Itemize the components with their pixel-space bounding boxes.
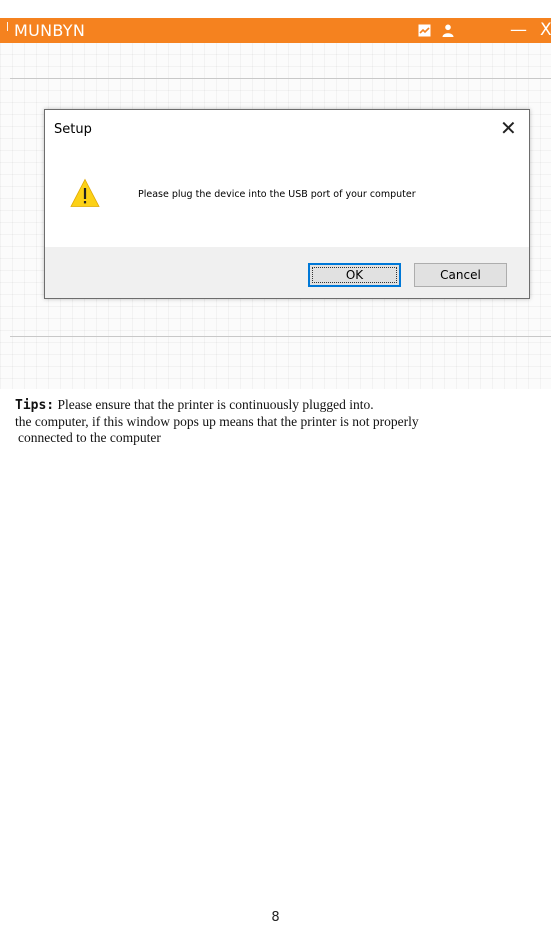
dialog-close-button[interactable]: ✕ [500, 118, 517, 138]
cancel-button[interactable]: Cancel [414, 263, 507, 287]
top-panel [10, 43, 551, 79]
app-screenshot: MUNBYN — X Setup ✕ Please plug the devic… [0, 18, 551, 389]
ok-button[interactable]: OK [308, 263, 401, 287]
app-name: MUNBYN [14, 21, 86, 40]
minimize-button[interactable]: — [510, 20, 527, 40]
tips-line-1-text: Please ensure that the printer is contin… [57, 397, 374, 412]
bottom-panel [10, 336, 551, 389]
message-icon[interactable] [418, 24, 431, 37]
user-icon[interactable] [441, 24, 455, 37]
page-number: 8 [271, 910, 280, 925]
tips-label: Tips: [15, 398, 55, 413]
warning-icon [70, 178, 100, 207]
window-close-button[interactable]: X [540, 20, 551, 40]
dialog-footer: OK Cancel [45, 247, 529, 298]
setup-dialog: Setup ✕ Please plug the device into the … [44, 109, 530, 299]
tips-text: Tips: Please ensure that the printer is … [15, 397, 551, 446]
tips-line-3: connected to the computer [18, 430, 161, 445]
title-bar-edge-mark [7, 22, 8, 31]
ok-button-label: OK [345, 268, 364, 282]
dialog-title: Setup [54, 122, 92, 137]
tips-line-1: Tips: Please ensure that the printer is … [15, 397, 551, 414]
dialog-message: Please plug the device into the USB port… [138, 189, 416, 200]
tips-line-2: the computer, if this window pops up mea… [15, 414, 419, 429]
title-bar: MUNBYN — X [0, 18, 551, 43]
